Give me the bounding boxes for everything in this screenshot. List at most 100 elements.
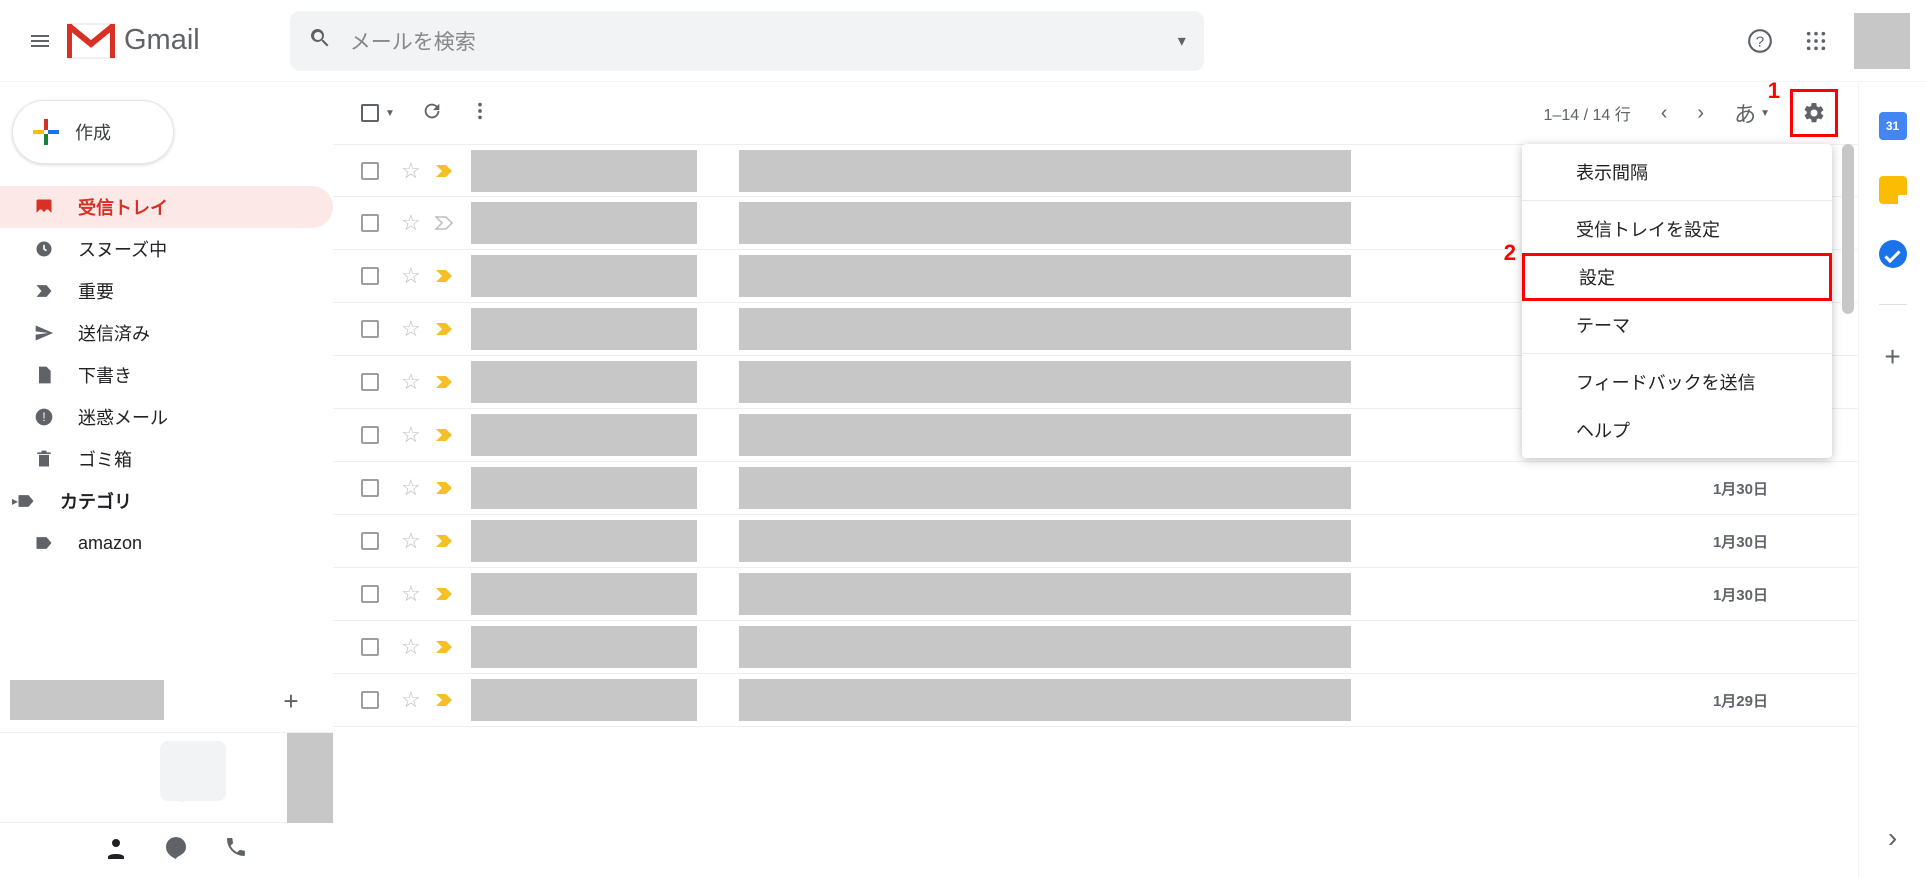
importance-marker-icon[interactable]	[435, 693, 457, 707]
row-checkbox[interactable]	[361, 426, 379, 444]
app-grid-button[interactable]	[1792, 17, 1840, 65]
settings-gear-button[interactable]	[1790, 89, 1838, 137]
search-options-dropdown-icon[interactable]: ▾	[1178, 31, 1186, 51]
input-language-button[interactable]: あ ▼	[1734, 97, 1770, 129]
sender-cell	[471, 573, 697, 615]
input-language-label: あ	[1734, 97, 1756, 129]
importance-marker-icon[interactable]	[435, 216, 457, 230]
hangouts-user-row: +	[0, 672, 333, 728]
importance-marker-icon[interactable]	[435, 481, 457, 495]
sidebar-item-5[interactable]: !迷惑メール	[0, 396, 333, 438]
prev-page-button[interactable]: ‹	[1661, 102, 1668, 125]
keep-addon-icon[interactable]	[1879, 176, 1907, 204]
star-icon[interactable]: ☆	[401, 369, 421, 395]
subject-cell	[739, 573, 1351, 615]
sidebar-item-1[interactable]: スヌーズ中	[0, 228, 333, 270]
settings-menu-item[interactable]: 受信トレイを設定	[1522, 205, 1832, 253]
mail-row[interactable]: ☆1月30日	[333, 515, 1858, 568]
refresh-button[interactable]	[421, 100, 443, 127]
subject-cell	[739, 520, 1351, 562]
settings-menu-item[interactable]: テーマ	[1522, 301, 1832, 349]
sidebar-item-6[interactable]: ゴミ箱	[0, 438, 333, 480]
hangouts-user-box[interactable]	[10, 680, 164, 720]
get-addons-button[interactable]: +	[1884, 341, 1900, 373]
chevron-down-icon[interactable]: ▼	[385, 108, 395, 119]
importance-marker-icon[interactable]	[435, 269, 457, 283]
settings-menu-item[interactable]: ヘルプ	[1522, 406, 1832, 454]
row-checkbox[interactable]	[361, 479, 379, 497]
settings-menu: 表示間隔受信トレイを設定設定テーマフィードバックを送信ヘルプ	[1522, 144, 1832, 458]
importance-marker-icon[interactable]	[435, 587, 457, 601]
label-icon	[14, 489, 38, 513]
importance-marker-icon[interactable]	[435, 164, 457, 178]
header: Gmail メールを検索 ▾ ?	[0, 0, 1926, 82]
calendar-addon-icon[interactable]: 31	[1879, 112, 1907, 140]
scrollbar[interactable]	[1838, 144, 1858, 744]
annotation-2: 2	[1504, 240, 1516, 266]
next-page-button[interactable]: ›	[1697, 102, 1704, 125]
subject-cell	[739, 626, 1351, 668]
settings-menu-item[interactable]: 設定	[1522, 253, 1832, 301]
search-bar[interactable]: メールを検索 ▾	[290, 11, 1204, 71]
select-all-checkbox[interactable]: ▼	[361, 104, 395, 122]
phone-tab-icon[interactable]	[224, 835, 248, 866]
tasks-addon-icon[interactable]	[1879, 240, 1907, 268]
sender-cell	[471, 255, 697, 297]
compose-button[interactable]: 作成	[12, 100, 174, 164]
important-icon	[32, 279, 56, 303]
importance-marker-icon[interactable]	[435, 322, 457, 336]
row-checkbox[interactable]	[361, 267, 379, 285]
sidebar-item-2[interactable]: 重要	[0, 270, 333, 312]
importance-marker-icon[interactable]	[435, 640, 457, 654]
star-icon[interactable]: ☆	[401, 581, 421, 607]
mail-row[interactable]: ☆1月30日	[333, 568, 1858, 621]
account-avatar[interactable]	[1854, 13, 1910, 69]
sidebar-item-8[interactable]: amazon	[0, 522, 333, 564]
mail-row[interactable]: ☆	[333, 621, 1858, 674]
calendar-day-label: 31	[1886, 119, 1899, 133]
row-checkbox[interactable]	[361, 214, 379, 232]
star-icon[interactable]: ☆	[401, 158, 421, 184]
contacts-tab-icon[interactable]	[104, 835, 128, 866]
svg-text:?: ?	[1756, 33, 1764, 50]
hangouts-tab-icon[interactable]	[164, 835, 188, 866]
row-checkbox[interactable]	[361, 373, 379, 391]
settings-menu-item[interactable]: フィードバックを送信	[1522, 358, 1832, 406]
star-icon[interactable]: ☆	[401, 475, 421, 501]
star-icon[interactable]: ☆	[401, 210, 421, 236]
importance-marker-icon[interactable]	[435, 375, 457, 389]
hangouts-new-button[interactable]: +	[277, 686, 305, 714]
row-checkbox[interactable]	[361, 691, 379, 709]
star-icon[interactable]: ☆	[401, 422, 421, 448]
row-checkbox[interactable]	[361, 585, 379, 603]
row-checkbox[interactable]	[361, 532, 379, 550]
label-icon	[32, 531, 56, 555]
star-icon[interactable]: ☆	[401, 528, 421, 554]
sidebar-item-7[interactable]: ▸カテゴリ	[0, 480, 333, 522]
more-button[interactable]	[469, 100, 491, 127]
gmail-logo[interactable]: Gmail	[66, 22, 200, 60]
row-checkbox[interactable]	[361, 320, 379, 338]
sidebar-item-label: 迷惑メール	[78, 404, 168, 430]
sidebar-item-0[interactable]: 受信トレイ	[0, 186, 333, 228]
star-icon[interactable]: ☆	[401, 263, 421, 289]
star-icon[interactable]: ☆	[401, 634, 421, 660]
mail-row[interactable]: ☆1月29日	[333, 674, 1858, 727]
star-icon[interactable]: ☆	[401, 316, 421, 342]
row-checkbox[interactable]	[361, 638, 379, 656]
sidebar-item-3[interactable]: 送信済み	[0, 312, 333, 354]
hangouts-area	[0, 732, 333, 822]
star-icon[interactable]: ☆	[401, 687, 421, 713]
row-checkbox[interactable]	[361, 162, 379, 180]
support-button[interactable]: ?	[1736, 17, 1784, 65]
settings-menu-item[interactable]: 表示間隔	[1522, 148, 1832, 196]
sidebar-item-label: ゴミ箱	[78, 446, 132, 472]
main-menu-button[interactable]	[16, 17, 64, 65]
mail-row[interactable]: ☆1月30日	[333, 462, 1858, 515]
side-panel-collapse-button[interactable]: ›	[1888, 822, 1897, 854]
importance-marker-icon[interactable]	[435, 534, 457, 548]
sidebar-item-4[interactable]: 下書き	[0, 354, 333, 396]
subject-cell	[739, 361, 1351, 403]
subject-cell	[739, 255, 1351, 297]
importance-marker-icon[interactable]	[435, 428, 457, 442]
